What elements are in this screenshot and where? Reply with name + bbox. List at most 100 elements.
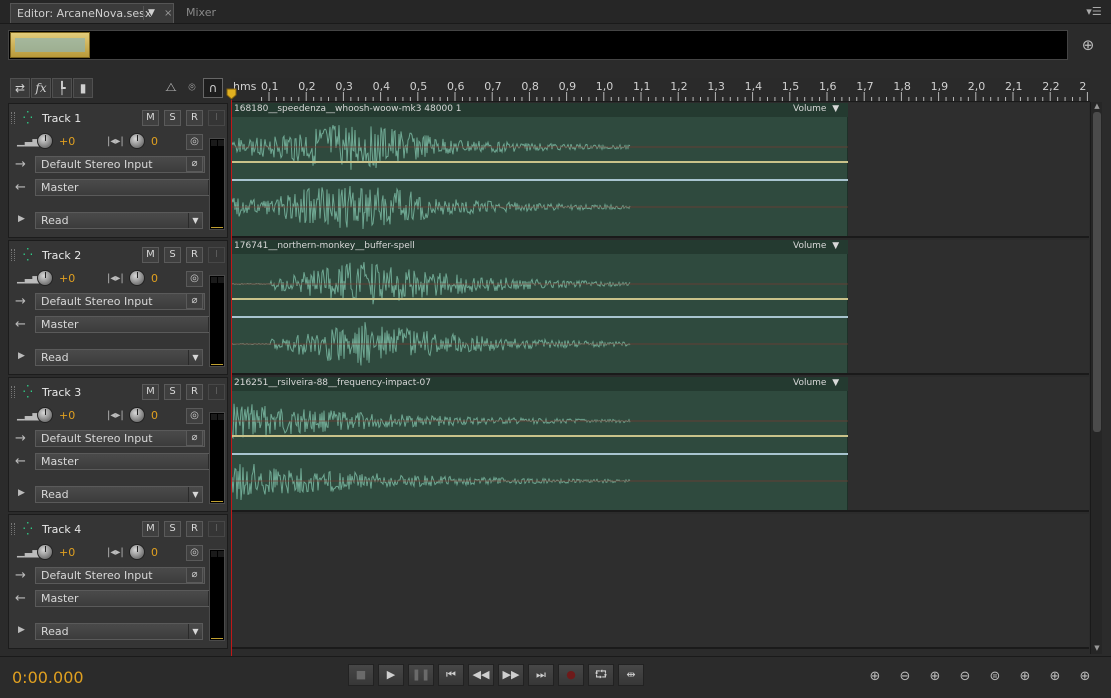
phase-invert-icon[interactable]: ⌀ [186, 156, 203, 172]
pan-knob[interactable] [129, 270, 145, 286]
close-icon[interactable]: × [164, 4, 174, 23]
stereo-icon[interactable]: ◎ [186, 545, 203, 561]
metronome-icon[interactable]: ⧍ [161, 78, 181, 98]
automation-mode-select[interactable]: Read ▼ [35, 349, 203, 366]
pan-knob[interactable] [129, 133, 145, 149]
mute-button[interactable]: M [142, 247, 159, 263]
volume-value[interactable]: +0 [59, 272, 75, 285]
clip-envelope-select[interactable]: Volume ▼ [793, 378, 839, 388]
input-monitor-button[interactable]: I [208, 521, 225, 537]
audio-clip[interactable]: 216251__rsilveira-88__frequency-impact-0… [231, 377, 848, 510]
volume-knob[interactable] [37, 270, 53, 286]
overview-viewport-handle[interactable] [10, 32, 90, 58]
tab-mixer[interactable]: Mixer [178, 3, 228, 23]
pan-knob[interactable] [129, 407, 145, 423]
panel-menu-icon[interactable]: ▾☰ [1085, 5, 1103, 19]
mute-button[interactable]: M [142, 384, 159, 400]
record-arm-button[interactable]: R [186, 110, 203, 126]
go-to-start-button[interactable]: ⏮ [438, 664, 464, 686]
clip-envelope-select[interactable]: Volume ▼ [793, 241, 839, 251]
track-lane[interactable]: 168180__speedenza__whoosh-woow-mk3 48000… [231, 103, 1089, 238]
phase-invert-icon[interactable]: ⌀ [186, 430, 203, 446]
output-select[interactable]: Master ▶ [35, 316, 223, 333]
phase-invert-icon[interactable]: ⌀ [186, 293, 203, 309]
headphones-icon[interactable]: ∩ [203, 78, 223, 98]
zoom-out-time-icon[interactable]: ⊖ [954, 668, 976, 686]
zoom-selection-icon[interactable]: ⊕ [1074, 668, 1096, 686]
volume-value[interactable]: +0 [59, 546, 75, 559]
pan-value[interactable]: 0 [151, 135, 158, 148]
automation-mode-select[interactable]: Read ▼ [35, 212, 203, 229]
stereo-icon[interactable]: ◎ [186, 134, 203, 150]
pan-value[interactable]: 0 [151, 272, 158, 285]
drag-grip-icon[interactable] [11, 523, 15, 535]
clip-header[interactable]: 216251__rsilveira-88__frequency-impact-0… [231, 377, 848, 391]
zoom-in-left-icon[interactable]: ⊕ [1014, 668, 1036, 686]
input-select[interactable]: Default Stereo Input ▶ [35, 430, 205, 447]
pan-knob[interactable] [129, 544, 145, 560]
record-arm-button[interactable]: R [186, 247, 203, 263]
volume-knob[interactable] [37, 407, 53, 423]
expand-icon[interactable]: ▶ [18, 488, 25, 498]
automation-mode-select[interactable]: Read ▼ [35, 623, 203, 640]
monitor-icon[interactable]: ⌾ [182, 78, 202, 98]
solo-button[interactable]: S [164, 110, 181, 126]
track-name[interactable]: Track 2 [42, 249, 81, 262]
audio-clip[interactable]: 168180__speedenza__whoosh-woow-mk3 48000… [231, 103, 848, 236]
drag-grip-icon[interactable] [11, 112, 15, 124]
input-monitor-button[interactable]: I [208, 247, 225, 263]
mute-button[interactable]: M [142, 521, 159, 537]
vertical-scrollbar[interactable]: ▲ ▼ [1090, 102, 1102, 654]
track-lane[interactable] [231, 514, 1089, 649]
output-select[interactable]: Master ▶ [35, 453, 223, 470]
fast-forward-button[interactable]: ▶▶ [498, 664, 524, 686]
expand-icon[interactable]: ▶ [18, 214, 25, 224]
playhead-handle[interactable] [226, 88, 237, 100]
tab-editor[interactable]: Editor: ArcaneNova.sesx ▼ × [10, 3, 174, 23]
track-header[interactable]: ⁛ Track 1 M S R I ▁▃▅ +0 |◂▸| 0 ◎ → Defa… [8, 103, 228, 238]
track-lane[interactable]: 176741__northern-monkey__buffer-spell Vo… [231, 240, 1089, 375]
time-ruler[interactable]: hms 0,1 0,2 0,3 0,4 0,5 0,6 0,7 0,8 0,9 1,0 1,1 1,2 1… [231, 78, 1090, 102]
record-button[interactable]: ● [558, 664, 584, 686]
track-header[interactable]: ⁛ Track 4 M S R I ▁▃▅ +0 |◂▸| 0 ◎ → Defa… [8, 514, 228, 649]
output-select[interactable]: Master ▶ [35, 590, 223, 607]
zoom-to-fit-icon[interactable]: ⊕ [1077, 34, 1099, 56]
volume-knob[interactable] [37, 133, 53, 149]
play-button[interactable]: ▶ [378, 664, 404, 686]
input-select[interactable]: Default Stereo Input ▶ [35, 293, 205, 310]
session-overview[interactable] [8, 30, 1068, 60]
automation-mode-select[interactable]: Read ▼ [35, 486, 203, 503]
output-select[interactable]: Master ▶ [35, 179, 223, 196]
loop-button[interactable]: ⮔ [588, 664, 614, 686]
sends-icon[interactable]: ┡ [52, 78, 72, 98]
rewind-button[interactable]: ◀◀ [468, 664, 494, 686]
volume-knob[interactable] [37, 544, 53, 560]
go-to-end-button[interactable]: ⏭ [528, 664, 554, 686]
phase-invert-icon[interactable]: ⌀ [186, 567, 203, 583]
pause-button[interactable]: ❚❚ [408, 664, 434, 686]
stereo-icon[interactable]: ◎ [186, 408, 203, 424]
pan-value[interactable]: 0 [151, 409, 158, 422]
record-arm-button[interactable]: R [186, 384, 203, 400]
track-lane[interactable]: 216251__rsilveira-88__frequency-impact-0… [231, 377, 1089, 512]
input-select[interactable]: Default Stereo Input ▶ [35, 567, 205, 584]
zoom-in-amplitude-icon[interactable]: ⊕ [864, 668, 886, 686]
solo-button[interactable]: S [164, 384, 181, 400]
fx-icon[interactable]: fx [31, 78, 51, 98]
expand-icon[interactable]: ▶ [18, 625, 25, 635]
volume-value[interactable]: +0 [59, 135, 75, 148]
expand-icon[interactable]: ▶ [18, 351, 25, 361]
track-header[interactable]: ⁛ Track 3 M S R I ▁▃▅ +0 |◂▸| 0 ◎ → Defa… [8, 377, 228, 512]
stereo-icon[interactable]: ◎ [186, 271, 203, 287]
pan-value[interactable]: 0 [151, 546, 158, 559]
volume-value[interactable]: +0 [59, 409, 75, 422]
track-name[interactable]: Track 4 [42, 523, 81, 536]
record-arm-button[interactable]: R [186, 521, 203, 537]
mute-button[interactable]: M [142, 110, 159, 126]
track-name[interactable]: Track 3 [42, 386, 81, 399]
input-select[interactable]: Default Stereo Input ▶ [35, 156, 205, 173]
scroll-up-icon[interactable]: ▲ [1091, 102, 1103, 112]
scrollbar-thumb[interactable] [1093, 112, 1101, 432]
zoom-out-full-icon[interactable]: ⊜ [984, 668, 1006, 686]
tab-dropdown-icon[interactable]: ▼ [143, 6, 159, 20]
